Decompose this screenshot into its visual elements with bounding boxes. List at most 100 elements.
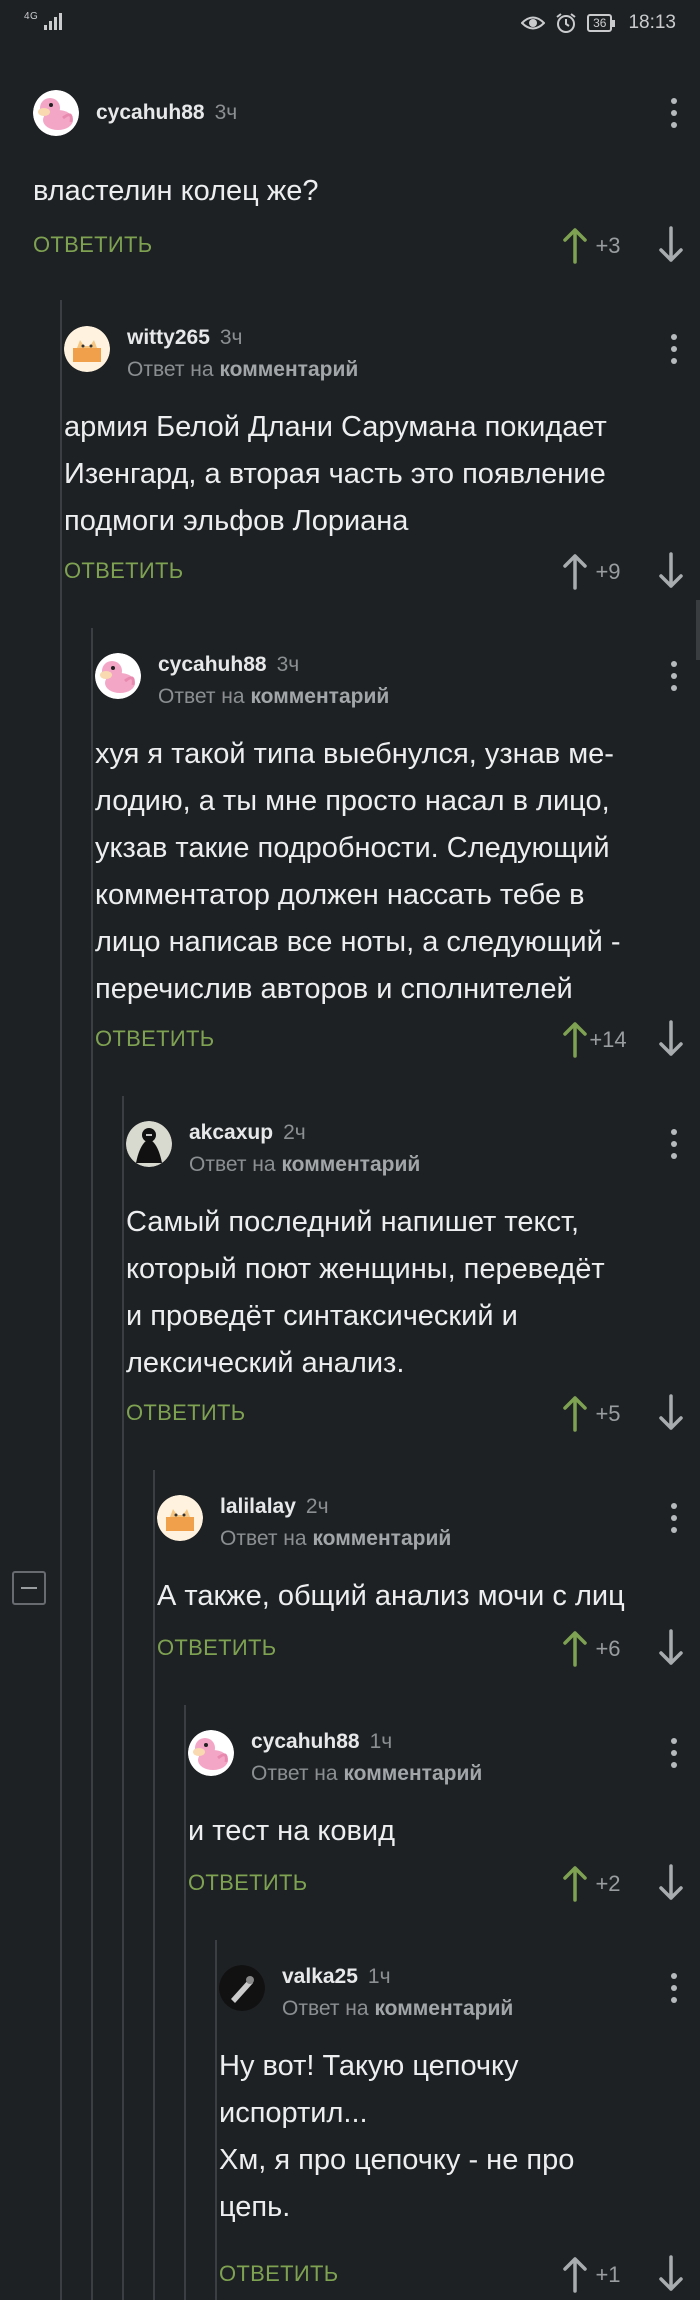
comment-actions: ОТВЕТИТЬ +6: [0, 1629, 700, 1669]
downvote-icon[interactable]: [658, 1864, 684, 1902]
reply-to-label: Ответ на: [189, 1153, 276, 1176]
more-options-icon[interactable]: [670, 1973, 678, 2007]
downvote-icon[interactable]: [658, 1020, 684, 1058]
author-username[interactable]: valka25: [282, 1965, 358, 1988]
author-username[interactable]: witty265: [127, 326, 210, 349]
comment-text-line: комментатор должен нассать тебе в: [95, 879, 585, 911]
author-name[interactable]: akcaxup 2ч: [189, 1121, 306, 1145]
comment-text-line: властелин колец же?: [33, 175, 319, 207]
rating-score: +1: [595, 2262, 621, 2287]
comment-text-line: испортил...: [219, 2097, 368, 2129]
thread-line: [122, 1096, 124, 2300]
comment-text: и тест на ковид: [188, 1808, 395, 1855]
reply-button[interactable]: ОТВЕТИТЬ: [126, 1400, 245, 1426]
comment-text-line: лицо написав все ноты, а следующий -: [95, 926, 621, 958]
clock: 18:13: [628, 12, 676, 33]
more-options-icon[interactable]: [670, 1503, 678, 1537]
reply-button[interactable]: ОТВЕТИТЬ: [64, 558, 183, 584]
more-options-icon[interactable]: [670, 98, 678, 132]
author-name[interactable]: witty265 3ч: [127, 326, 243, 350]
upvote-icon[interactable]: [562, 552, 588, 590]
rating-score: +5: [595, 1401, 621, 1426]
comment-time: 1ч: [369, 1730, 393, 1753]
comment-actions: ОТВЕТИТЬ +2: [0, 1864, 700, 1904]
comment-text-line: подмоги эльфов Лориана: [64, 505, 409, 537]
more-options-icon[interactable]: [670, 1129, 678, 1163]
upvote-icon[interactable]: [562, 1020, 588, 1058]
reply-button[interactable]: ОТВЕТИТЬ: [95, 1026, 214, 1052]
avatar[interactable]: [33, 90, 79, 136]
downvote-icon[interactable]: [658, 552, 684, 590]
reply-button[interactable]: ОТВЕТИТЬ: [188, 1870, 307, 1896]
comment-text-line: укзав такие подробности. Следующий: [95, 832, 610, 864]
reply-to-comment-link[interactable]: комментарий: [250, 685, 389, 708]
reply-to-comment-link[interactable]: комментарий: [281, 1153, 420, 1176]
avatar[interactable]: [219, 1965, 265, 2011]
scrollbar[interactable]: [696, 600, 700, 660]
author-name[interactable]: lalilalay 2ч: [220, 1495, 329, 1519]
author-username[interactable]: cycahuh88: [251, 1730, 360, 1753]
reply-button[interactable]: ОТВЕТИТЬ: [219, 2261, 338, 2287]
alarm-icon: [556, 13, 576, 33]
upvote-icon[interactable]: [562, 1864, 588, 1902]
reply-to-line: Ответ на комментарий: [158, 685, 389, 709]
rating-score: +9: [595, 559, 621, 584]
author-username[interactable]: akcaxup: [189, 1121, 273, 1144]
reply-to-line: Ответ на комментарий: [251, 1762, 482, 1786]
more-options-icon[interactable]: [670, 334, 678, 368]
reply-to-label: Ответ на: [127, 358, 214, 381]
author-name[interactable]: cycahuh88 3ч: [158, 653, 299, 677]
reply-to-line: Ответ на комментарий: [189, 1153, 420, 1177]
thread-line: [60, 300, 62, 2300]
reply-to-line: Ответ на комментарий: [127, 358, 358, 382]
author-name[interactable]: valka25 1ч: [282, 1965, 391, 1989]
upvote-icon[interactable]: [562, 1394, 588, 1432]
comment-actions: ОТВЕТИТЬ +14: [0, 1020, 700, 1060]
comment-text: властелин колец же?: [33, 168, 318, 215]
reply-button[interactable]: ОТВЕТИТЬ: [157, 1635, 276, 1661]
avatar[interactable]: [95, 653, 141, 699]
comment-text-line: хуя я такой типа выебнулся, узнав ме-: [95, 738, 614, 770]
comment-text-line: лодию, а ты мне просто насал в лицо,: [95, 785, 610, 817]
downvote-icon[interactable]: [658, 2255, 684, 2293]
author-username[interactable]: cycahuh88: [158, 653, 267, 676]
comment-text: армия Белой Длани Сарумана покидает Изенг…: [64, 404, 607, 545]
author-username[interactable]: lalilalay: [220, 1495, 296, 1518]
avatar[interactable]: [157, 1495, 203, 1541]
upvote-icon[interactable]: [562, 1629, 588, 1667]
downvote-icon[interactable]: [658, 226, 684, 264]
reply-to-line: Ответ на комментарий: [282, 1997, 513, 2021]
downvote-icon[interactable]: [658, 1629, 684, 1667]
downvote-icon[interactable]: [658, 1394, 684, 1432]
reply-to-label: Ответ на: [158, 685, 245, 708]
reply-to-comment-link[interactable]: комментарий: [374, 1997, 513, 2020]
author-name[interactable]: cycahuh88 3ч: [96, 101, 237, 125]
more-options-icon[interactable]: [670, 1738, 678, 1772]
author-username[interactable]: cycahuh88: [96, 101, 205, 124]
reply-to-comment-link[interactable]: комментарий: [312, 1527, 451, 1550]
author-name[interactable]: cycahuh88 1ч: [251, 1730, 392, 1754]
avatar[interactable]: [64, 326, 110, 372]
thread-line: [91, 628, 93, 2300]
reply-to-label: Ответ на: [251, 1762, 338, 1785]
reply-to-comment-link[interactable]: комментарий: [219, 358, 358, 381]
reply-to-comment-link[interactable]: комментарий: [343, 1762, 482, 1785]
avatar[interactable]: [188, 1730, 234, 1776]
comment-text-line: цепь.: [219, 2191, 291, 2223]
upvote-icon[interactable]: [562, 2255, 588, 2293]
comment-text-line: который поют женщины, переведёт: [126, 1253, 605, 1285]
upvote-icon[interactable]: [562, 226, 588, 264]
status-bar: 4G 36 18:13: [0, 0, 700, 48]
thread-line: [215, 1940, 217, 2300]
collapse-thread-button[interactable]: [12, 1571, 46, 1605]
network-indicator: 4G: [24, 11, 39, 22]
comment-actions: ОТВЕТИТЬ +3: [0, 226, 700, 266]
comment-text-line: Хм, я про цепочку - не про: [219, 2144, 575, 2176]
comment-text: Самый последний напишет текст, который по…: [126, 1199, 605, 1387]
comment-actions: ОТВЕТИТЬ +5: [0, 1394, 700, 1434]
reply-button[interactable]: ОТВЕТИТЬ: [33, 232, 152, 258]
comment-text-line: лексический анализ.: [126, 1347, 405, 1379]
more-options-icon[interactable]: [670, 661, 678, 695]
comment-time: 1ч: [367, 1965, 391, 1988]
avatar[interactable]: [126, 1121, 172, 1167]
